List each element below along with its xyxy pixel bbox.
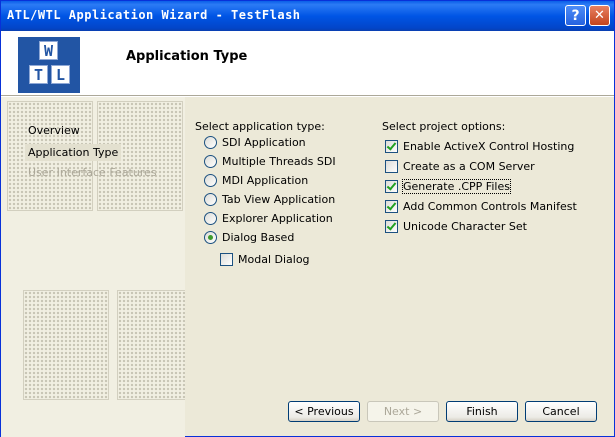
wtl-logo: W T L — [18, 37, 80, 93]
option-unicode-checkbox[interactable] — [385, 219, 398, 233]
wizard-header: W T L Application Type — [1, 31, 614, 95]
radio-sdi-label: SDI Application — [222, 135, 306, 149]
watermark-l — [23, 290, 109, 400]
wizard-window: ATL/WTL Application Wizard - TestFlash ?… — [0, 0, 615, 437]
option-cpp-files[interactable]: Generate .CPP Files — [385, 178, 511, 194]
modal-dialog-checkbox[interactable] — [220, 252, 233, 266]
window-title: ATL/WTL Application Wizard - TestFlash — [7, 8, 301, 22]
radio-mtsdi-label: Multiple Threads SDI — [222, 154, 336, 168]
sidebar-item-overview[interactable]: Overview — [25, 122, 83, 139]
option-unicode[interactable]: Unicode Character Set — [385, 218, 527, 234]
option-cpp-files-checkbox[interactable] — [385, 179, 398, 193]
option-unicode-label: Unicode Character Set — [403, 219, 527, 233]
watermark-l2 — [117, 290, 185, 400]
radio-dialog[interactable]: Dialog Based — [204, 229, 294, 245]
radio-dialog-label: Dialog Based — [222, 230, 295, 244]
logo-tile-w: W — [39, 41, 58, 60]
radio-tabview[interactable]: Tab View Application — [204, 191, 335, 207]
title-bar[interactable]: ATL/WTL Application Wizard - TestFlash ?… — [1, 1, 614, 31]
radio-explorer-label: Explorer Application — [222, 211, 333, 225]
finish-button[interactable]: Finish — [446, 401, 518, 422]
radio-tabview-circle[interactable] — [204, 192, 217, 206]
radio-sdi-circle[interactable] — [204, 135, 217, 149]
radio-tabview-label: Tab View Application — [222, 192, 336, 206]
close-button[interactable]: ✕ — [589, 5, 610, 26]
radio-mdi-label: MDI Application — [222, 173, 309, 187]
project-options-label: Select project options: — [382, 120, 506, 133]
radio-mtsdi-circle[interactable] — [204, 154, 217, 168]
option-com-server-checkbox[interactable] — [385, 159, 398, 173]
logo-tile-t: T — [29, 65, 48, 84]
option-com-server[interactable]: Create as a COM Server — [385, 158, 535, 174]
radio-explorer-circle[interactable] — [204, 211, 217, 225]
radio-mdi[interactable]: MDI Application — [204, 172, 308, 188]
option-activex[interactable]: Enable ActiveX Control Hosting — [385, 138, 574, 154]
sidebar-item-application-type[interactable]: Application Type — [25, 144, 122, 161]
sidebar-item-user-interface-features[interactable]: User Interface Features — [25, 164, 160, 181]
radio-explorer[interactable]: Explorer Application — [204, 210, 333, 226]
radio-mtsdi[interactable]: Multiple Threads SDI — [204, 153, 336, 169]
help-icon: ? — [571, 7, 580, 24]
close-icon: ✕ — [594, 8, 605, 23]
logo-tile-l: L — [51, 65, 70, 84]
next-button[interactable]: Next > — [367, 401, 439, 422]
cancel-button[interactable]: Cancel — [525, 401, 597, 422]
option-manifest[interactable]: Add Common Controls Manifest — [385, 198, 577, 214]
option-manifest-label: Add Common Controls Manifest — [403, 199, 577, 213]
option-activex-checkbox[interactable] — [385, 139, 398, 153]
radio-mdi-circle[interactable] — [204, 173, 217, 187]
option-cpp-files-label: Generate .CPP Files — [402, 178, 511, 194]
modal-dialog-label: Modal Dialog — [238, 252, 310, 266]
app-type-label: Select application type: — [195, 120, 325, 133]
wizard-sidebar: Overview Application Type User Interface… — [1, 97, 185, 437]
radio-sdi[interactable]: SDI Application — [204, 134, 306, 150]
option-activex-label: Enable ActiveX Control Hosting — [403, 139, 575, 153]
wizard-content: Select application type: SDI Application… — [185, 97, 614, 437]
option-manifest-checkbox[interactable] — [385, 199, 398, 213]
modal-dialog-option[interactable]: Modal Dialog — [220, 251, 310, 267]
page-title: Application Type — [126, 49, 248, 64]
radio-dialog-circle[interactable] — [204, 230, 217, 244]
option-com-server-label: Create as a COM Server — [403, 159, 535, 173]
help-button[interactable]: ? — [565, 5, 586, 26]
previous-button[interactable]: < Previous — [288, 401, 360, 422]
